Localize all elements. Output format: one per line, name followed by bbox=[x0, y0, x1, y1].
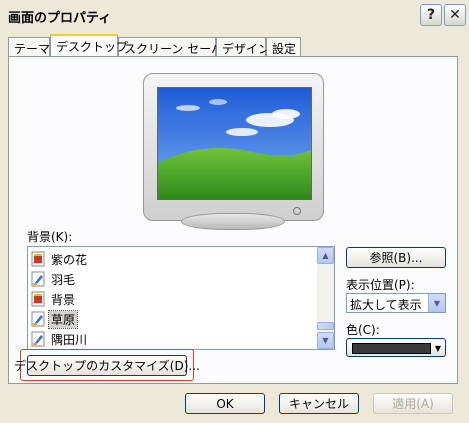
title-bar: 画面のプロパティ ? ✕ bbox=[0, 0, 469, 30]
background-list[interactable]: 紫の花 羽毛 背景 草原 隅田川 ▲ ▼ bbox=[27, 246, 335, 350]
bitmap-file-icon bbox=[30, 331, 46, 347]
list-item[interactable]: 隅田川 bbox=[30, 329, 89, 349]
position-value: 拡大して表示 bbox=[350, 298, 422, 312]
list-item[interactable]: 紫の花 bbox=[30, 249, 89, 269]
bitmap-file-icon bbox=[30, 271, 46, 287]
window-title: 画面のプロパティ bbox=[8, 11, 112, 26]
power-indicator bbox=[293, 207, 301, 215]
list-scrollbar[interactable]: ▲ ▼ bbox=[317, 247, 334, 349]
tab-theme[interactable]: テーマ bbox=[8, 37, 50, 56]
chevron-up-icon: ▲ bbox=[322, 251, 329, 260]
position-select[interactable]: 拡大して表示 ▼ bbox=[346, 293, 446, 313]
scroll-thumb[interactable] bbox=[317, 322, 334, 330]
image-file-icon bbox=[30, 291, 46, 307]
color-label: 色(C): bbox=[346, 323, 380, 337]
background-label: 背景(K): bbox=[27, 230, 73, 244]
tab-settings[interactable]: 設定 bbox=[266, 37, 301, 56]
scroll-down-button[interactable]: ▼ bbox=[317, 332, 334, 349]
close-icon: ✕ bbox=[449, 7, 461, 23]
monitor-stand bbox=[181, 213, 285, 230]
close-button[interactable]: ✕ bbox=[444, 4, 466, 26]
cancel-button[interactable]: キャンセル bbox=[279, 393, 359, 414]
color-picker-button[interactable]: ▼ bbox=[346, 338, 446, 357]
tab-screensaver[interactable]: スクリーン セーバー bbox=[118, 37, 235, 56]
chevron-down-icon: ▼ bbox=[322, 336, 329, 345]
help-button[interactable]: ? bbox=[420, 4, 442, 26]
list-item-selected[interactable]: 草原 bbox=[30, 309, 79, 329]
display-properties-dialog: 画面のプロパティ ? ✕ テーマ デスクトップ スクリーン セーバー デザイン … bbox=[0, 0, 469, 423]
bitmap-file-icon bbox=[30, 311, 46, 327]
image-file-icon bbox=[30, 251, 46, 267]
chevron-down-icon: ▼ bbox=[428, 294, 445, 312]
wallpaper-preview bbox=[157, 87, 312, 200]
tab-appearance[interactable]: デザイン bbox=[216, 37, 270, 56]
list-item-label: 草原 bbox=[47, 309, 79, 329]
position-label: 表示位置(P): bbox=[346, 278, 415, 292]
list-item[interactable]: 羽毛 bbox=[30, 269, 77, 289]
list-item-label: 隅田川 bbox=[51, 332, 88, 347]
monitor-body bbox=[143, 73, 324, 221]
list-item[interactable]: 背景 bbox=[30, 289, 77, 309]
list-item-label: 紫の花 bbox=[51, 252, 88, 267]
list-item-label: 背景 bbox=[51, 292, 76, 307]
chevron-down-icon: ▼ bbox=[434, 344, 441, 353]
browse-button[interactable]: 参照(B)... bbox=[346, 247, 446, 268]
customize-desktop-button[interactable]: デスクトップのカスタマイズ(D)... bbox=[14, 355, 200, 376]
ok-button[interactable]: OK bbox=[185, 393, 265, 414]
color-swatch bbox=[352, 343, 431, 354]
list-item-label: 羽毛 bbox=[51, 272, 76, 287]
tab-desktop[interactable]: デスクトップ bbox=[50, 34, 128, 56]
monitor-preview bbox=[143, 73, 324, 230]
apply-button[interactable]: 適用(A) bbox=[373, 393, 453, 414]
scroll-up-button[interactable]: ▲ bbox=[317, 247, 334, 264]
